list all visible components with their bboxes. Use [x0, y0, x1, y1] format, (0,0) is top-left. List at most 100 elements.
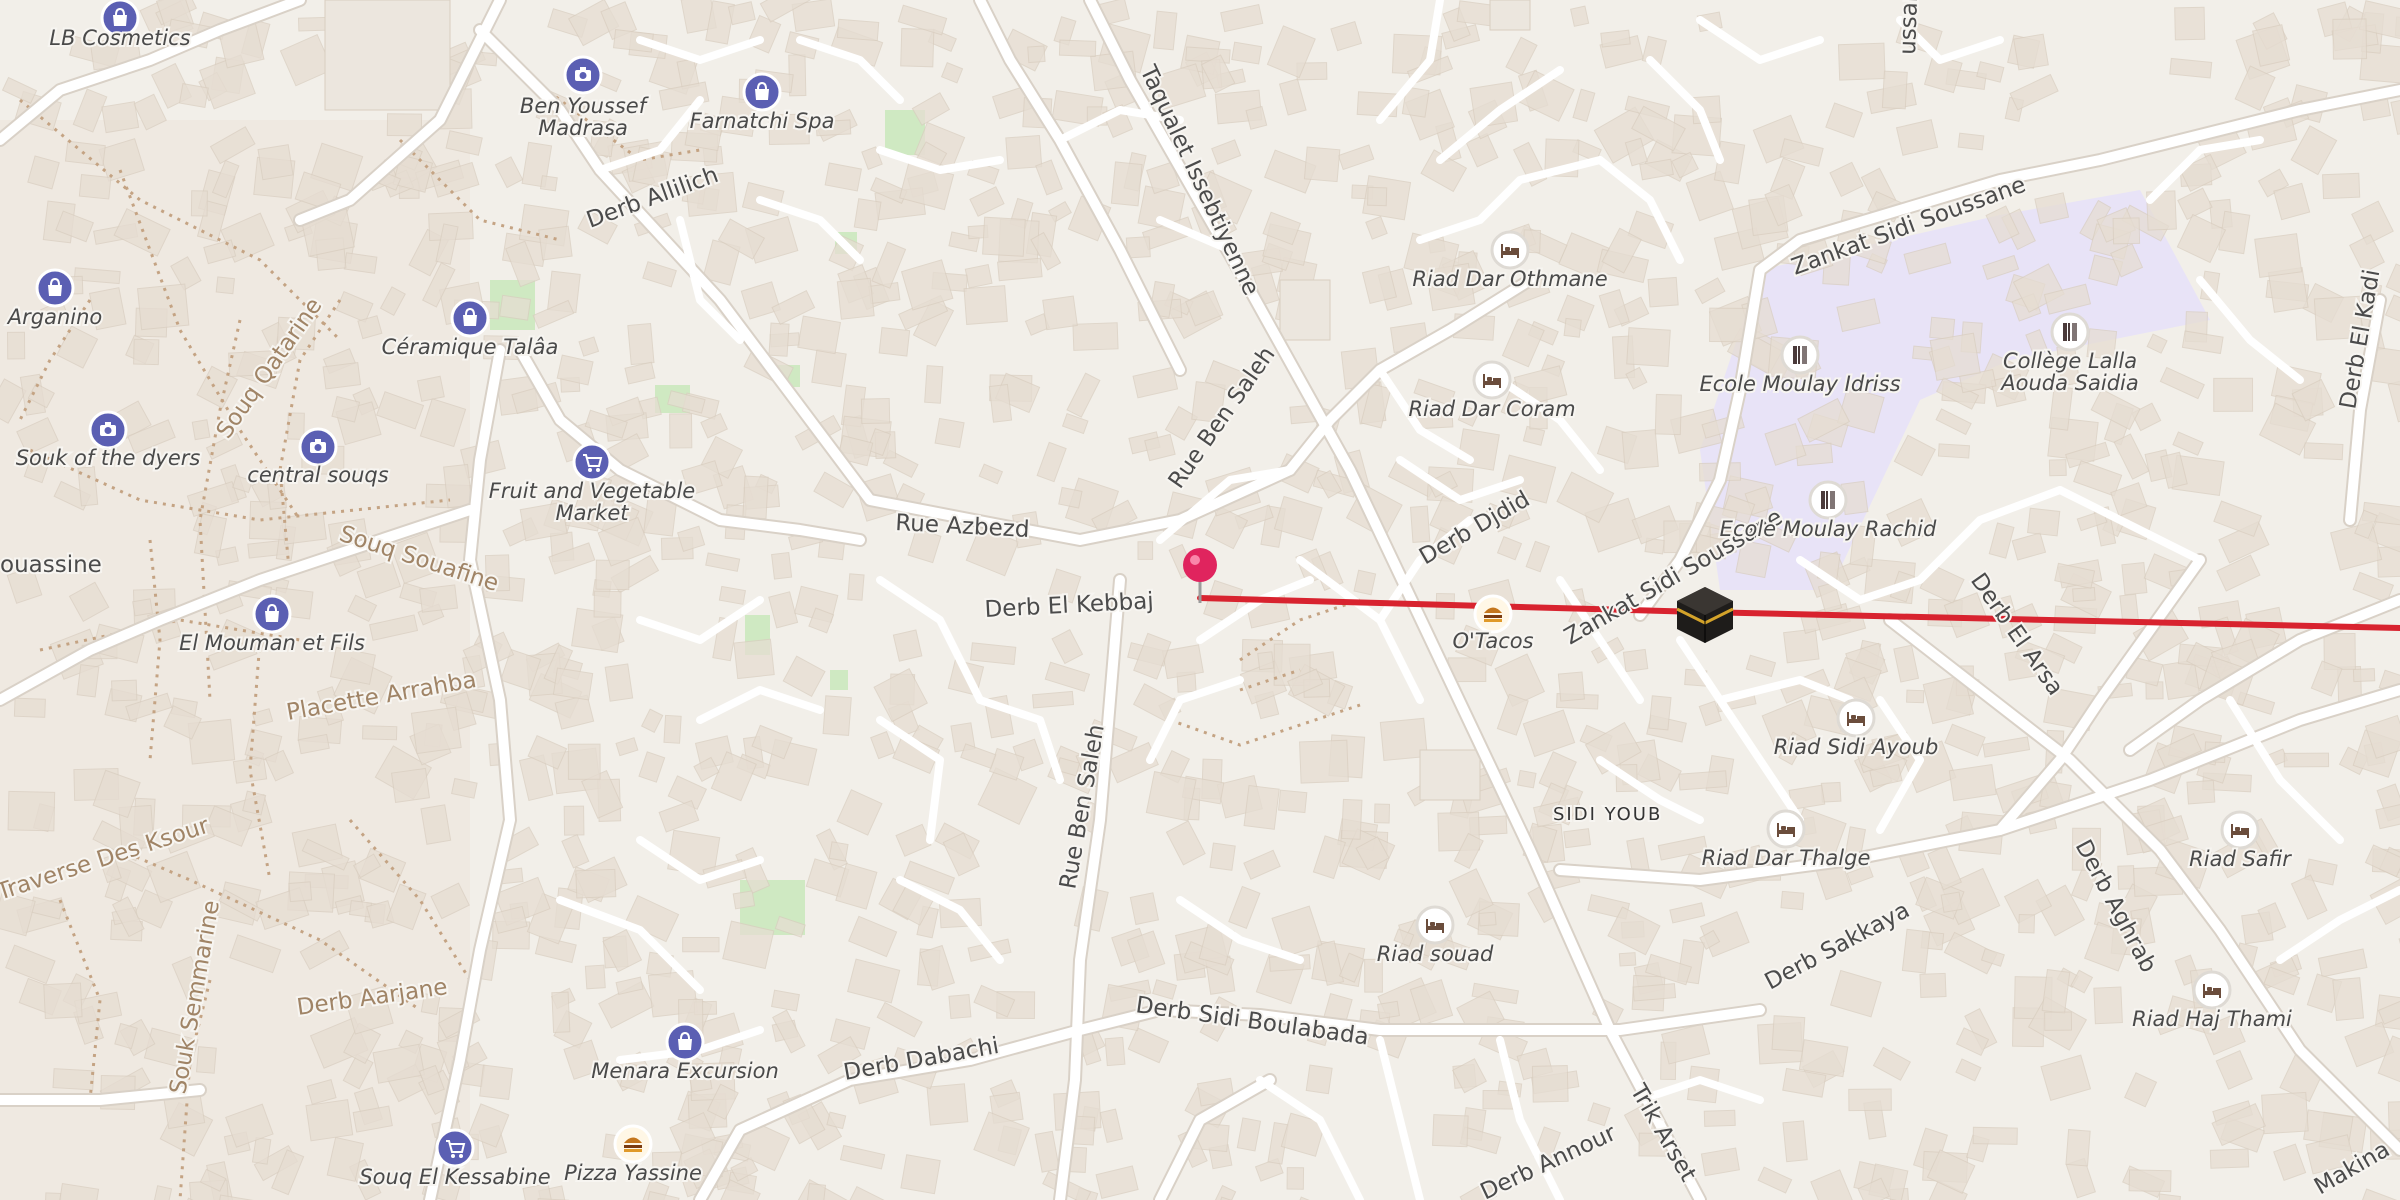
poi-label: Pizza Yassine — [564, 1161, 702, 1185]
poi-label: Riad Haj Thami — [2132, 1007, 2292, 1031]
building — [1626, 327, 1671, 368]
building — [924, 365, 944, 404]
building — [1782, 1120, 1808, 1163]
building — [1678, 770, 1728, 791]
building — [443, 463, 473, 509]
building — [1919, 972, 1947, 998]
building — [1780, 890, 1805, 911]
building — [1531, 1065, 1569, 1103]
building — [2332, 977, 2365, 1021]
building — [1419, 749, 1481, 801]
building — [2352, 668, 2376, 683]
building — [1948, 763, 1997, 802]
building — [1478, 911, 1497, 927]
building — [1104, 1036, 1126, 1067]
building — [2013, 33, 2049, 71]
poi-label: Farnatchi Spa — [690, 109, 835, 133]
building — [963, 285, 1008, 325]
building — [1654, 393, 1682, 436]
building — [1600, 29, 1631, 48]
building — [1257, 651, 1275, 671]
building — [1618, 952, 1637, 967]
building — [1286, 1167, 1305, 1190]
fast-food-icon — [1473, 594, 1513, 634]
building — [926, 1083, 969, 1126]
building — [2044, 1011, 2073, 1031]
building — [305, 1099, 354, 1142]
building — [2121, 562, 2148, 596]
building — [251, 1136, 272, 1165]
building — [604, 663, 634, 702]
building — [1570, 5, 1590, 27]
building — [900, 1154, 941, 1195]
building — [1621, 429, 1659, 470]
building — [132, 598, 154, 617]
poi-label: Souk of the dyers — [16, 446, 201, 470]
building — [1647, 276, 1679, 308]
poi-label: Riad Dar Coram — [1408, 397, 1575, 421]
bed-icon — [1766, 809, 1806, 849]
map-canvas[interactable]: Derb Allilich Taqualet Issebtiyenne Rue … — [0, 0, 2400, 1200]
building — [1305, 1064, 1333, 1095]
building — [1848, 1088, 1892, 1112]
bed-icon — [2220, 810, 2260, 850]
building — [257, 144, 294, 181]
building — [1940, 891, 1963, 913]
building — [2254, 233, 2303, 278]
building — [64, 140, 106, 167]
poi-label: Collège Lalla — [2003, 349, 2137, 373]
poi-label: Arganino — [6, 305, 103, 329]
building — [1709, 307, 1748, 343]
building — [797, 315, 842, 355]
school-icon — [1780, 335, 1820, 375]
building — [860, 397, 891, 425]
poi-label: Riad Sidi Ayoub — [1774, 735, 1939, 759]
building — [982, 216, 1026, 257]
building — [2332, 18, 2368, 60]
shopping-bag-icon — [742, 72, 782, 112]
building — [1299, 739, 1349, 784]
fast-food-icon — [613, 1124, 653, 1164]
poi-label: Menara Excursion — [591, 1059, 779, 1083]
building — [101, 101, 140, 134]
building — [552, 667, 594, 701]
school-icon — [2050, 312, 2090, 352]
building — [1376, 1000, 1401, 1020]
building — [1771, 1015, 1806, 1052]
building — [853, 198, 882, 232]
building — [1901, 928, 1931, 974]
building — [2018, 913, 2036, 934]
camera-icon — [88, 410, 128, 450]
bed-icon — [2192, 970, 2232, 1010]
building — [948, 993, 972, 1020]
building — [362, 725, 398, 741]
building — [7, 790, 56, 832]
building — [78, 174, 112, 200]
building — [567, 743, 601, 780]
building — [732, 890, 756, 910]
building — [1632, 983, 1677, 1002]
shopping-bag-icon — [35, 268, 75, 308]
shopping-bag-icon — [665, 1022, 705, 1062]
building — [1367, 186, 1388, 207]
building — [1231, 41, 1263, 65]
building — [822, 695, 852, 736]
building — [1622, 648, 1649, 673]
building — [2322, 172, 2361, 200]
building — [288, 881, 313, 903]
building — [771, 551, 793, 580]
building — [575, 868, 617, 899]
building — [410, 706, 462, 755]
building — [1881, 70, 1908, 110]
bed-icon — [1472, 360, 1512, 400]
building — [1456, 428, 1500, 471]
building — [2303, 442, 2344, 461]
poi-label: Riad Dar Othmane — [1412, 267, 1607, 291]
building — [2093, 986, 2123, 1025]
building — [593, 590, 622, 618]
poi-label: Market — [556, 501, 630, 525]
building — [988, 383, 1013, 423]
building — [1145, 771, 1197, 822]
building — [232, 756, 268, 784]
building — [836, 277, 875, 320]
